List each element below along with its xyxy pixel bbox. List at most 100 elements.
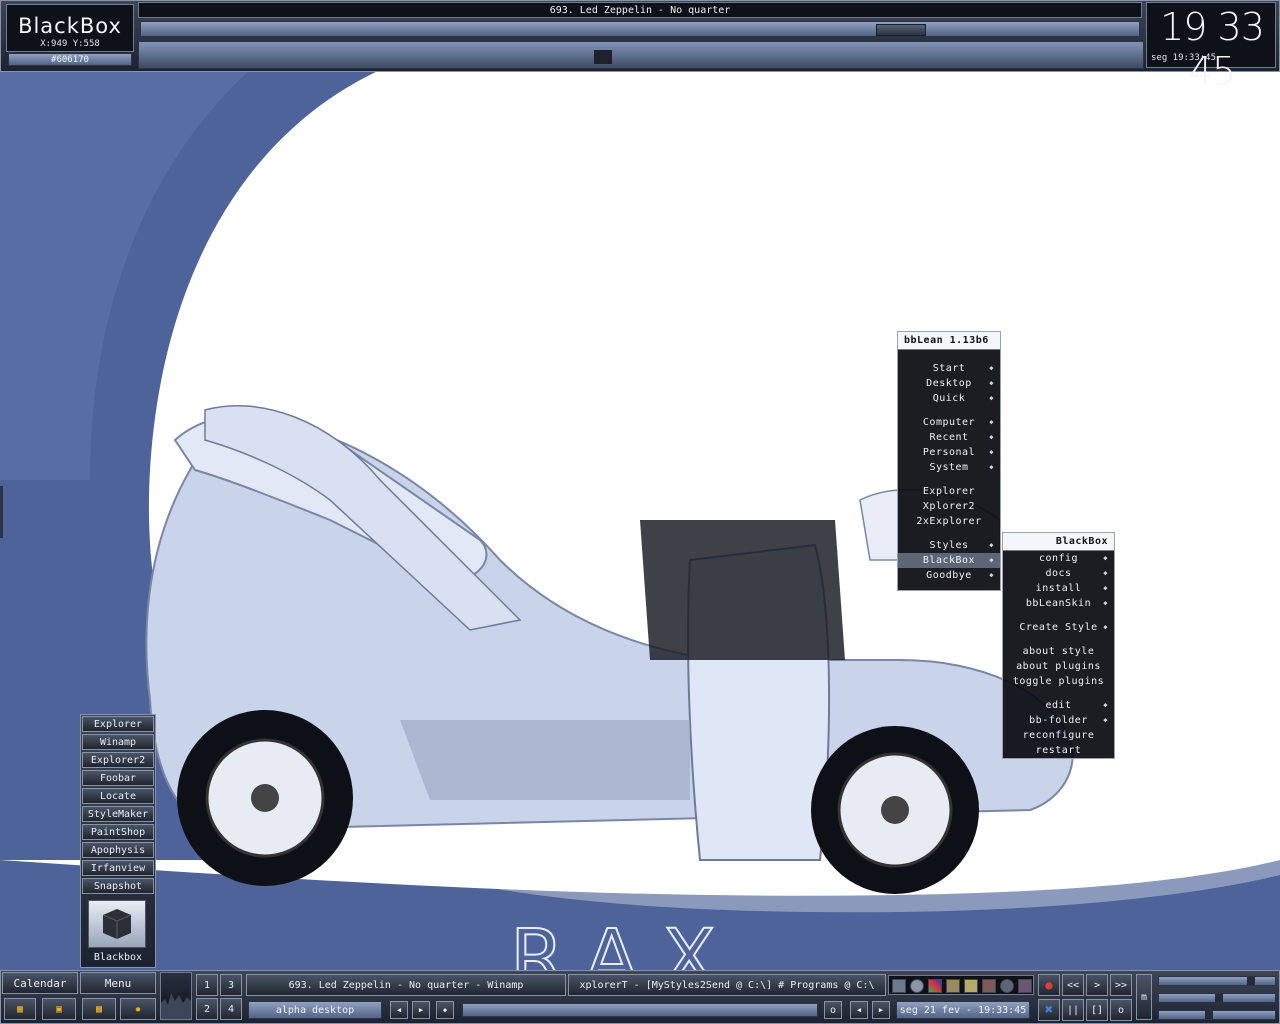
tray-network-icon[interactable] bbox=[892, 979, 906, 993]
tray-paint-icon[interactable] bbox=[928, 979, 942, 993]
menu-item-goodbye[interactable]: Goodbye ◆ bbox=[898, 568, 1000, 583]
submenu-item-restart[interactable]: restart bbox=[1003, 743, 1114, 758]
seek-handle[interactable] bbox=[876, 24, 926, 36]
menu-item-blackbox[interactable]: BlackBox ◆ bbox=[898, 553, 1000, 568]
submenu-arrow-icon: ◆ bbox=[989, 418, 994, 426]
mode-toggle-button[interactable]: m bbox=[1136, 974, 1152, 1020]
task-winamp[interactable]: 693. Led Zeppelin - No quarter - Winamp bbox=[246, 974, 566, 996]
app-quick-icon-3[interactable]: ▩ bbox=[82, 998, 116, 1020]
launch-explorer2-button[interactable]: Explorer2 bbox=[82, 752, 154, 768]
launch-explorer-button[interactable]: Explorer bbox=[82, 716, 154, 732]
tray-pen-icon[interactable] bbox=[946, 979, 960, 993]
submenu-arrow-icon: ◆ bbox=[1103, 716, 1108, 724]
launch-paintshop-button[interactable]: PaintShop bbox=[82, 824, 154, 840]
visualization-peak bbox=[594, 50, 612, 64]
submenu-item-reconfigure[interactable]: reconfigure bbox=[1003, 728, 1114, 743]
submenu-item-about-plugins[interactable]: about plugins bbox=[1003, 659, 1114, 674]
app-quick-icon-2[interactable]: ▣ bbox=[42, 998, 76, 1020]
desktop-progress-bar bbox=[462, 1003, 818, 1017]
submenu-item-bb-folder[interactable]: bb-folder ◆ bbox=[1003, 713, 1114, 728]
app-quick-icon-4[interactable]: ✹ bbox=[120, 998, 156, 1020]
record-icon[interactable]: ● bbox=[1038, 974, 1060, 996]
desktop-next-button[interactable]: ▶ bbox=[412, 1001, 430, 1019]
submenu-arrow-icon: ◆ bbox=[989, 379, 994, 387]
media-prev-button[interactable]: << bbox=[1062, 974, 1084, 996]
desktop: RAX bbox=[0, 0, 1280, 1024]
submenu-arrow-icon: ◆ bbox=[1103, 623, 1108, 631]
menu-item-xplorer2[interactable]: Xplorer2 bbox=[898, 499, 1000, 514]
menu-item-desktop[interactable]: Desktop ◆ bbox=[898, 376, 1000, 391]
media-next-button[interactable]: >> bbox=[1110, 974, 1132, 996]
menu-item-quick[interactable]: Quick ◆ bbox=[898, 391, 1000, 406]
menu-item-styles[interactable]: Styles ◆ bbox=[898, 538, 1000, 553]
launch-winamp-button[interactable]: Winamp bbox=[82, 734, 154, 750]
submenu-item-edit[interactable]: edit ◆ bbox=[1003, 698, 1114, 713]
position-slider[interactable] bbox=[1158, 1010, 1276, 1020]
tray-shield-icon[interactable] bbox=[1018, 979, 1032, 993]
volume-slider[interactable] bbox=[1158, 976, 1276, 986]
launch-irfanview-button[interactable]: Irfanview bbox=[82, 860, 154, 876]
workspace-1-button[interactable]: 1 bbox=[196, 974, 218, 996]
workspace-3-button[interactable]: 3 bbox=[220, 974, 242, 996]
launch-apophysis-button[interactable]: Apophysis bbox=[82, 842, 154, 858]
submenu-arrow-icon: ◆ bbox=[989, 448, 994, 456]
launch-foobar-button[interactable]: Foobar bbox=[82, 770, 154, 786]
menu-item-2xexplorer[interactable]: 2xExplorer bbox=[898, 514, 1000, 529]
open-button[interactable]: o bbox=[824, 1001, 842, 1019]
media-play-button[interactable]: > bbox=[1086, 974, 1108, 996]
menu-item-computer[interactable]: Computer ◆ bbox=[898, 415, 1000, 430]
calendar-button[interactable]: Calendar bbox=[2, 972, 78, 994]
submenu-item-docs[interactable]: docs ◆ bbox=[1003, 566, 1114, 581]
submenu-arrow-icon: ◆ bbox=[989, 394, 994, 402]
seek-bar[interactable] bbox=[140, 21, 1140, 37]
launch-stylemaker-button[interactable]: StyleMaker bbox=[82, 806, 154, 822]
submenu-item-toggle-plugins[interactable]: toggle plugins bbox=[1003, 674, 1114, 689]
menu-item-start[interactable]: Start ◆ bbox=[898, 361, 1000, 376]
media-eject-button[interactable]: o bbox=[1110, 999, 1132, 1021]
menu-item-explorer[interactable]: Explorer bbox=[898, 484, 1000, 499]
menu-item-system[interactable]: System ◆ bbox=[898, 460, 1000, 475]
submenu-item-about-style[interactable]: about style bbox=[1003, 644, 1114, 659]
media-pause-button[interactable]: || bbox=[1062, 999, 1084, 1021]
desktop-menu-button[interactable]: ◆ bbox=[436, 1001, 454, 1019]
clock-big: 19 33 45 bbox=[1160, 5, 1265, 93]
balance-slider[interactable] bbox=[1158, 993, 1276, 1003]
app-quick-icon-1[interactable]: ▦ bbox=[4, 998, 36, 1020]
position-slider-handle[interactable] bbox=[1205, 1011, 1213, 1019]
submenu-item-config[interactable]: config ◆ bbox=[1003, 551, 1114, 566]
now-playing-text: 693. Led Zeppelin - No quarter bbox=[549, 5, 731, 16]
task-xplorer[interactable]: xplorerT - [MyStyles2Send @ C:\] # Progr… bbox=[568, 974, 886, 996]
menu-button[interactable]: Menu bbox=[80, 972, 156, 994]
submenu-item-install[interactable]: install ◆ bbox=[1003, 581, 1114, 596]
cursor-coordinates: X:949 Y:558 bbox=[40, 39, 100, 49]
tray-app-icon[interactable] bbox=[982, 979, 996, 993]
submenu-arrow-icon: ◆ bbox=[1103, 554, 1108, 562]
blackbox-cube-icon[interactable] bbox=[88, 900, 146, 948]
media-stop-button[interactable]: [] bbox=[1086, 999, 1108, 1021]
desktop-prev-button[interactable]: ◀ bbox=[390, 1001, 408, 1019]
launch-snapshot-button[interactable]: Snapshot bbox=[82, 878, 154, 894]
close-x-icon[interactable]: ✖ bbox=[1038, 999, 1060, 1021]
menu-item-personal[interactable]: Personal ◆ bbox=[898, 445, 1000, 460]
submenu-arrow-icon: ◆ bbox=[989, 541, 994, 549]
workspace-2-button[interactable]: 2 bbox=[196, 998, 218, 1020]
tray-folder-icon[interactable] bbox=[964, 979, 978, 993]
task-prev-button[interactable]: ◀ bbox=[850, 1001, 868, 1019]
balance-slider-handle[interactable] bbox=[1215, 994, 1223, 1002]
submenu-item-create-style[interactable]: Create Style ◆ bbox=[1003, 620, 1114, 635]
task-next-button[interactable]: ▶ bbox=[872, 1001, 890, 1019]
submenu-item-bbleanskin[interactable]: bbLeanSkin ◆ bbox=[1003, 596, 1114, 611]
submenu-arrow-icon: ◆ bbox=[1103, 701, 1108, 709]
launch-locate-button[interactable]: Locate bbox=[82, 788, 154, 804]
submenu-title: BlackBox bbox=[1003, 533, 1114, 551]
blackbox-logo: BlackBox bbox=[18, 14, 122, 38]
slit-edge-handle[interactable] bbox=[0, 486, 3, 538]
date-time-display: seg 21 fev - 19:33:45 bbox=[896, 1001, 1030, 1019]
tray-cube-icon[interactable] bbox=[910, 979, 924, 993]
cpu-graph-icon bbox=[160, 972, 192, 1020]
menu-item-recent[interactable]: Recent ◆ bbox=[898, 430, 1000, 445]
volume-slider-handle[interactable] bbox=[1247, 977, 1255, 985]
wallpaper: RAX bbox=[0, 0, 1280, 1024]
tray-swirl-icon[interactable] bbox=[1000, 979, 1014, 993]
workspace-4-button[interactable]: 4 bbox=[220, 998, 242, 1020]
